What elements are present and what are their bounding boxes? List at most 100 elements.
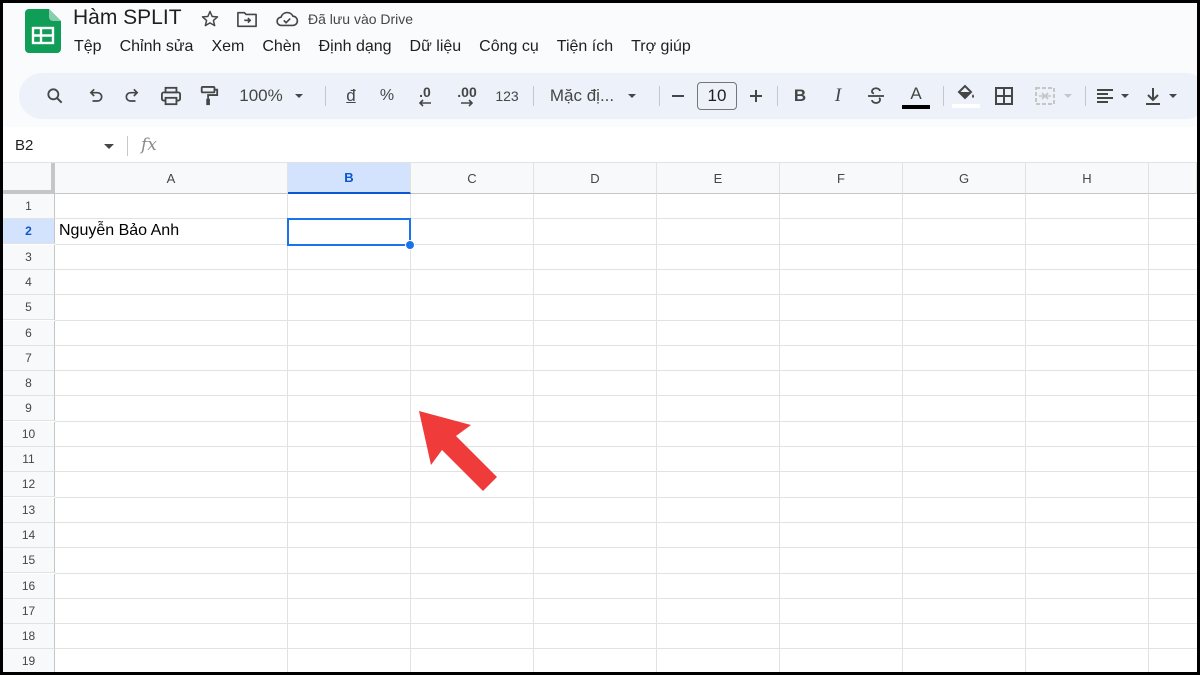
row-header-12[interactable]: 12 <box>3 472 55 498</box>
name-box[interactable]: B2 <box>15 137 33 154</box>
percent-format-button[interactable]: % <box>371 73 403 119</box>
menu-tools[interactable]: Công cụ <box>470 36 548 58</box>
row-header-9[interactable]: 9 <box>3 396 55 422</box>
arrow-right-icon <box>461 99 474 107</box>
column-gridline <box>656 194 657 672</box>
fill-handle[interactable] <box>405 239 415 250</box>
row-header-18[interactable]: 18 <box>3 624 55 650</box>
row-header-8[interactable]: 8 <box>3 371 55 397</box>
star-icon[interactable] <box>198 7 222 31</box>
text-color-button[interactable]: A <box>897 73 935 119</box>
strikethrough-icon[interactable] <box>859 73 893 119</box>
font-select[interactable]: Mặc đị... <box>543 73 647 119</box>
row-header-16[interactable]: 16 <box>3 573 55 599</box>
redo-icon[interactable] <box>115 73 151 119</box>
formula-bar: B2 fx <box>3 127 1197 163</box>
move-folder-icon[interactable] <box>235 7 259 31</box>
fill-color-bar <box>952 104 980 108</box>
toolbar-divider <box>533 86 534 106</box>
row-header-19[interactable]: 19 <box>3 649 55 672</box>
menu-view[interactable]: Xem <box>202 36 253 58</box>
formula-input[interactable] <box>173 133 1073 157</box>
menu-extensions[interactable]: Tiện ích <box>548 36 622 58</box>
row-header-17[interactable]: 17 <box>3 598 55 624</box>
chevron-down-icon[interactable] <box>103 143 115 151</box>
more-formats-button[interactable]: 123 <box>489 73 525 119</box>
app-window: Hàm SPLIT Đã lưu vào Drive Tệp Chỉnh sửa… <box>3 3 1197 672</box>
row-header-5[interactable]: 5 <box>3 295 55 321</box>
cell-selection-b2[interactable] <box>287 218 411 246</box>
row-header-6[interactable]: 6 <box>3 320 55 346</box>
column-gridline <box>1025 194 1026 672</box>
spreadsheet-grid: A B C D E F G H 1 2 3 4 5 6 7 8 9 10 11 12 13 14 15 16 17 18 19 Ngu… <box>3 163 1197 672</box>
menu-format[interactable]: Định dạng <box>310 36 401 58</box>
menu-file[interactable]: Tệp <box>65 36 111 58</box>
select-all-corner[interactable] <box>3 163 55 194</box>
row-header-1[interactable]: 1 <box>3 194 55 219</box>
paint-format-icon[interactable] <box>191 73 227 119</box>
menu-edit[interactable]: Chỉnh sửa <box>111 36 203 58</box>
borders-icon[interactable] <box>987 73 1021 119</box>
column-gridline <box>779 194 780 672</box>
chevron-down-icon <box>294 94 303 98</box>
row-header-13[interactable]: 13 <box>3 497 55 523</box>
decrease-decimal-button[interactable]: .0 <box>409 73 441 119</box>
menu-help[interactable]: Trợ giúp <box>622 36 700 58</box>
column-header-b[interactable]: B <box>288 163 411 194</box>
row-header-2[interactable]: 2 <box>3 219 55 245</box>
fill-color-icon[interactable] <box>947 73 985 119</box>
font-size-input[interactable]: 10 <box>697 82 737 110</box>
column-header-f[interactable]: F <box>780 163 903 194</box>
print-icon[interactable] <box>153 73 189 119</box>
column-header-i[interactable] <box>1149 163 1197 194</box>
menu-bar: Tệp Chỉnh sửa Xem Chèn Định dạng Dữ liệu… <box>65 36 700 58</box>
formula-bar-divider <box>127 136 128 156</box>
cell-a2[interactable]: Nguyễn Bảo Anh <box>59 222 179 240</box>
column-gridline <box>902 194 903 672</box>
document-title[interactable]: Hàm SPLIT <box>73 6 182 30</box>
zoom-select[interactable]: 100% <box>233 73 313 119</box>
bold-button[interactable]: B <box>783 73 817 119</box>
column-header-a[interactable]: A <box>55 163 288 194</box>
arrow-left-icon <box>418 99 431 107</box>
row-header-15[interactable]: 15 <box>3 548 55 574</box>
decrease-font-size-icon[interactable] <box>665 73 691 119</box>
merge-cells-icon[interactable] <box>1027 73 1081 119</box>
column-header-c[interactable]: C <box>411 163 534 194</box>
row-header-4[interactable]: 4 <box>3 269 55 295</box>
column-gridline <box>287 194 288 672</box>
row-header-10[interactable]: 10 <box>3 421 55 447</box>
increase-decimal-button[interactable]: .00 <box>449 73 485 119</box>
column-header-g[interactable]: G <box>903 163 1026 194</box>
text-color-bar <box>902 105 930 109</box>
toolbar-area: 100% đ % .0 .00 123 Mặc đị... 10 B I A <box>3 69 1197 127</box>
increase-font-size-icon[interactable] <box>743 73 769 119</box>
horizontal-align-icon[interactable] <box>1091 73 1135 119</box>
row-header-14[interactable]: 14 <box>3 522 55 548</box>
zoom-value: 100% <box>239 86 283 105</box>
row-header-7[interactable]: 7 <box>3 345 55 371</box>
column-header-e[interactable]: E <box>657 163 780 194</box>
column-header-d[interactable]: D <box>534 163 657 194</box>
toolbar-divider <box>659 86 660 106</box>
toolbar: 100% đ % .0 .00 123 Mặc đị... 10 B I A <box>19 73 1197 119</box>
save-status[interactable]: Đã lưu vào Drive <box>308 11 413 27</box>
chevron-down-icon <box>1121 94 1129 98</box>
column-gridline <box>533 194 534 672</box>
menu-data[interactable]: Dữ liệu <box>401 36 471 58</box>
chevron-down-icon <box>628 94 637 98</box>
italic-button[interactable]: I <box>821 73 855 119</box>
chevron-down-icon <box>1169 94 1177 98</box>
undo-icon[interactable] <box>77 73 113 119</box>
chevron-down-icon <box>1064 94 1072 98</box>
menu-insert[interactable]: Chèn <box>253 36 309 58</box>
sheets-logo-icon[interactable] <box>25 9 61 53</box>
currency-format-button[interactable]: đ <box>335 73 367 119</box>
row-header-11[interactable]: 11 <box>3 447 55 472</box>
row-header-3[interactable]: 3 <box>3 244 55 270</box>
column-header-h[interactable]: H <box>1026 163 1149 194</box>
cloud-saved-icon[interactable] <box>275 7 299 31</box>
vertical-align-icon[interactable] <box>1139 73 1183 119</box>
search-icon[interactable] <box>37 73 73 119</box>
header: Hàm SPLIT Đã lưu vào Drive Tệp Chỉnh sửa… <box>3 3 1197 69</box>
